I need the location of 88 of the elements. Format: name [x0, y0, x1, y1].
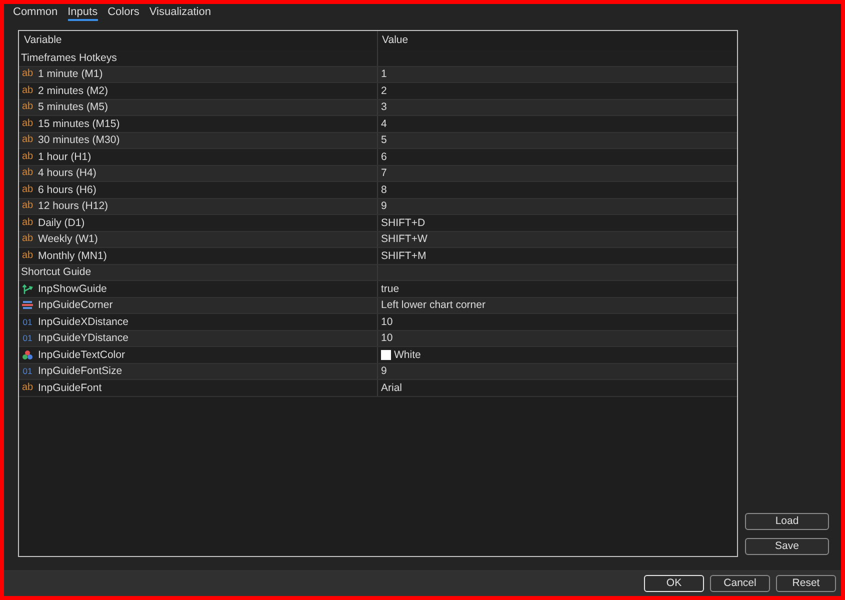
value-text: SHIFT+M	[381, 250, 426, 262]
ok-button[interactable]: OK	[644, 574, 704, 592]
variable-name: InpGuideYDistance	[38, 332, 128, 344]
parameter-row[interactable]: InpGuideTextColor White	[19, 347, 737, 364]
value-text: 5	[381, 134, 387, 146]
variable-name: 1 minute (M1)	[38, 68, 103, 80]
number-type-icon: 01	[22, 366, 33, 376]
value-text: Left lower chart corner	[381, 299, 486, 312]
variable-name: InpShowGuide	[38, 282, 107, 295]
text-type-icon: ab	[22, 168, 33, 178]
parameter-row[interactable]: 01 InpGuideFontSize 9	[19, 364, 737, 380]
variable-name: 6 hours (H6)	[38, 184, 96, 196]
parameter-row[interactable]: 01 InpGuideXDistance 10	[19, 314, 737, 330]
parameter-row[interactable]: 01 InpGuideYDistance 10	[19, 330, 737, 347]
value-text: 10	[381, 332, 393, 344]
text-type-icon: ab	[22, 152, 33, 162]
group-label: Timeframes Hotkeys	[21, 52, 117, 64]
parameter-row[interactable]: ab 30 minutes (M30) 5	[19, 132, 737, 149]
number-type-icon: 01	[22, 333, 33, 344]
variable-name: 12 hours (H12)	[38, 200, 108, 212]
parameter-row[interactable]: ab 4 hours (H4) 7	[19, 166, 737, 182]
text-type-icon: ab	[22, 382, 33, 393]
value-text: Arial	[381, 382, 402, 394]
parameter-row[interactable]: ab 15 minutes (M15) 4	[19, 116, 737, 132]
text-type-icon: ab	[22, 102, 33, 112]
cancel-button[interactable]: Cancel	[710, 574, 770, 592]
value-text: true	[381, 282, 400, 295]
value-text: SHIFT+W	[381, 233, 428, 246]
text-type-icon: ab	[22, 250, 33, 261]
tab[interactable]: Visualization	[149, 4, 211, 21]
number-type-icon: 01	[22, 316, 33, 327]
value-text: 10	[381, 316, 393, 328]
value-text: 7	[381, 167, 387, 180]
variable-name: 4 hours (H4)	[38, 167, 96, 180]
parameter-row[interactable]: ab Daily (D1) SHIFT+D	[19, 215, 737, 232]
parameter-row[interactable]: ab InpGuideFont Arial	[19, 380, 737, 396]
variable-name: 15 minutes (M15)	[38, 118, 120, 130]
save-button[interactable]: Save	[745, 538, 829, 555]
value-text: White	[394, 348, 421, 361]
text-type-icon: ab	[22, 218, 33, 228]
variable-name: Daily (D1)	[38, 216, 85, 229]
load-button[interactable]: Load	[745, 513, 829, 530]
value-text: 9	[381, 200, 387, 212]
parameter-row[interactable]: InpShowGuide true	[19, 281, 737, 298]
text-type-icon: ab	[22, 234, 33, 244]
parameter-row[interactable]: ab 1 hour (H1) 6	[19, 149, 737, 166]
variable-name: InpGuideXDistance	[38, 316, 128, 328]
variable-name: 30 minutes (M30)	[38, 134, 120, 146]
branch-arrow-icon	[22, 284, 33, 294]
parameter-row[interactable]: ab 12 hours (H12) 9	[19, 198, 737, 215]
parameter-row[interactable]: ab 1 minute (M1) 1	[19, 66, 737, 83]
list-icon	[22, 300, 33, 310]
value-text: 3	[381, 101, 387, 114]
variable-name: 5 minutes (M5)	[38, 101, 108, 114]
variable-name: InpGuideCorner	[38, 299, 113, 312]
value-text: 9	[381, 365, 387, 378]
variable-name: Weekly (W1)	[38, 233, 98, 246]
value-text: 2	[381, 84, 387, 97]
tab[interactable]: Colors	[108, 4, 140, 21]
parameter-row[interactable]: ab 2 minutes (M2) 2	[19, 83, 737, 100]
text-type-icon: ab	[22, 118, 33, 129]
variable-name: 2 minutes (M2)	[38, 84, 108, 97]
reset-button[interactable]: Reset	[776, 574, 836, 592]
text-type-icon: ab	[22, 86, 33, 96]
parameter-row[interactable]: ab Monthly (MN1) SHIFT+M	[19, 248, 737, 264]
parameter-row[interactable]: ab Weekly (W1) SHIFT+W	[19, 232, 737, 248]
tab[interactable]: Common	[13, 4, 58, 21]
variable-name: 1 hour (H1)	[38, 150, 92, 163]
value-text: 4	[381, 118, 387, 130]
parameter-row[interactable]: ab 6 hours (H6) 8	[19, 182, 737, 198]
value-text: 1	[381, 68, 387, 80]
variable-name: InpGuideFont	[38, 382, 102, 394]
value-text: 8	[381, 184, 387, 196]
text-type-icon: ab	[22, 201, 33, 212]
parameter-row[interactable]: ab 5 minutes (M5) 3	[19, 100, 737, 116]
parameter-row[interactable]: InpGuideCorner Left lower chart corner	[19, 298, 737, 314]
text-type-icon: ab	[22, 135, 33, 146]
variable-name: InpGuideFontSize	[38, 365, 122, 378]
column-header: Variable	[23, 33, 63, 48]
group-label: Shortcut Guide	[21, 266, 92, 278]
value-text: SHIFT+D	[381, 216, 426, 229]
color-circles-icon	[22, 350, 33, 360]
value-text: 6	[381, 150, 387, 163]
text-type-icon: ab	[22, 184, 33, 195]
variable-name: InpGuideTextColor	[38, 348, 125, 361]
variable-name: Monthly (MN1)	[38, 250, 107, 262]
tab[interactable]: Inputs	[68, 4, 98, 21]
text-type-icon: ab	[22, 69, 33, 80]
